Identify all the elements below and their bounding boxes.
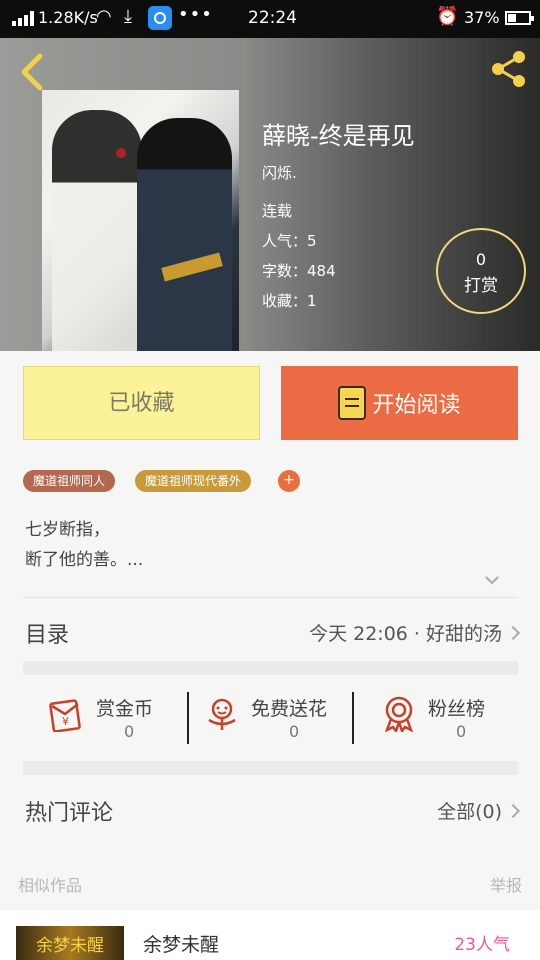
vertical-divider	[352, 692, 354, 744]
fan-ranking-label: 粉丝榜	[428, 698, 486, 720]
free-flower-count: 0	[289, 722, 300, 741]
favorites-label: 收藏：	[262, 292, 308, 310]
book-status: 连载	[262, 202, 293, 220]
signal-icon	[12, 10, 34, 26]
similar-work-item[interactable]: 余梦未醒 余梦未醒 23人气	[0, 910, 540, 960]
medal-icon	[384, 696, 414, 732]
book-header: 薛晓-终是再见 闪烁. 连载 人气：5 字数：484 收藏：1 0 打赏	[0, 38, 540, 351]
book-favorites: 收藏：1	[262, 290, 317, 311]
vertical-divider	[187, 692, 189, 744]
word-count-value: 484	[307, 262, 336, 280]
network-speed: 1.28K/s	[38, 8, 98, 27]
chevron-right-icon	[505, 625, 521, 640]
all-comments-link[interactable]: 全部(0)	[437, 797, 521, 824]
popularity-value: 5	[307, 232, 317, 250]
favorites-value: 1	[307, 292, 317, 310]
start-reading-label: 开始阅读	[372, 393, 461, 418]
toc-label: 目录	[25, 623, 70, 648]
free-flower-label: 免费送花	[251, 698, 328, 720]
tip-label: 打赏	[464, 276, 498, 296]
wifi-icon: ◠	[96, 6, 112, 27]
chevron-left-icon	[21, 53, 43, 91]
expand-chevron-down-icon[interactable]	[484, 572, 500, 588]
popularity-label: 人气：	[262, 232, 308, 250]
latest-chapter-text: 今天 22:06 · 好甜的汤	[309, 623, 502, 645]
book-icon	[338, 386, 367, 420]
similar-works-heading: 相似作品	[18, 876, 83, 895]
tag-mdzs-modern-extra[interactable]: 魔道祖师现代番外	[135, 470, 252, 492]
coin-envelope-icon: ¥	[49, 699, 81, 732]
book-popularity: 人气：5	[262, 230, 317, 251]
more-dots-icon: •••	[178, 4, 213, 25]
book-author[interactable]: 闪烁.	[262, 162, 297, 183]
svg-text:¥: ¥	[62, 715, 69, 728]
fan-ranking-count: 0	[456, 722, 467, 741]
flower-icon	[208, 698, 236, 730]
book-description: 七岁断指， 断了他的善。...	[25, 515, 143, 575]
favorite-button[interactable]: 已收藏	[23, 366, 260, 440]
section-separator	[23, 761, 518, 775]
add-tag-button[interactable]: +	[278, 470, 300, 492]
book-title: 薛晓-终是再见	[262, 122, 415, 150]
start-reading-button[interactable]: 开始阅读	[281, 366, 518, 440]
similar-work-title: 余梦未醒	[143, 934, 220, 956]
similar-work-cover: 余梦未醒	[16, 926, 124, 960]
reward-coins-button[interactable]: ¥ 赏金币 0	[48, 690, 178, 750]
similar-work-popularity: 23人气	[454, 935, 510, 955]
battery-icon	[505, 11, 534, 25]
chevron-right-icon	[505, 803, 521, 818]
status-bar: 1.28K/s ◠ ⤓ ••• 22:24 ⏰ 37%	[0, 0, 540, 38]
fan-ranking-button[interactable]: 粉丝榜 0	[380, 690, 520, 750]
free-flower-button[interactable]: 免费送花 0	[203, 690, 353, 750]
book-word-count: 字数：484	[262, 260, 336, 281]
download-icon: ⤓	[124, 6, 132, 27]
description-line: 七岁断指，	[25, 520, 110, 540]
toc-latest-chapter: 今天 22:06 · 好甜的汤	[309, 619, 521, 646]
share-button[interactable]	[488, 50, 528, 88]
reward-coins-label: 赏金币	[96, 698, 154, 720]
tip-button[interactable]: 0 打赏	[436, 228, 526, 314]
report-link[interactable]: 举报	[490, 872, 522, 896]
tip-count: 0	[475, 250, 487, 269]
battery-level: 37%	[464, 8, 500, 27]
back-button[interactable]	[16, 52, 48, 92]
description-line: 断了他的善。...	[25, 550, 144, 570]
book-cover-image[interactable]	[42, 90, 239, 351]
hot-comments-label: 热门评论	[25, 801, 114, 826]
divider	[23, 597, 518, 598]
alarm-icon: ⏰	[436, 6, 459, 27]
section-separator	[23, 661, 518, 675]
clock: 22:24	[248, 8, 297, 28]
word-count-label: 字数：	[262, 262, 308, 280]
reward-coins-count: 0	[124, 722, 135, 741]
comments-count: 全部(0)	[437, 801, 502, 823]
app-notification-icon	[148, 6, 172, 30]
share-icon	[492, 51, 525, 87]
tag-mdzs-fanfic[interactable]: 魔道祖师同人	[23, 470, 116, 492]
